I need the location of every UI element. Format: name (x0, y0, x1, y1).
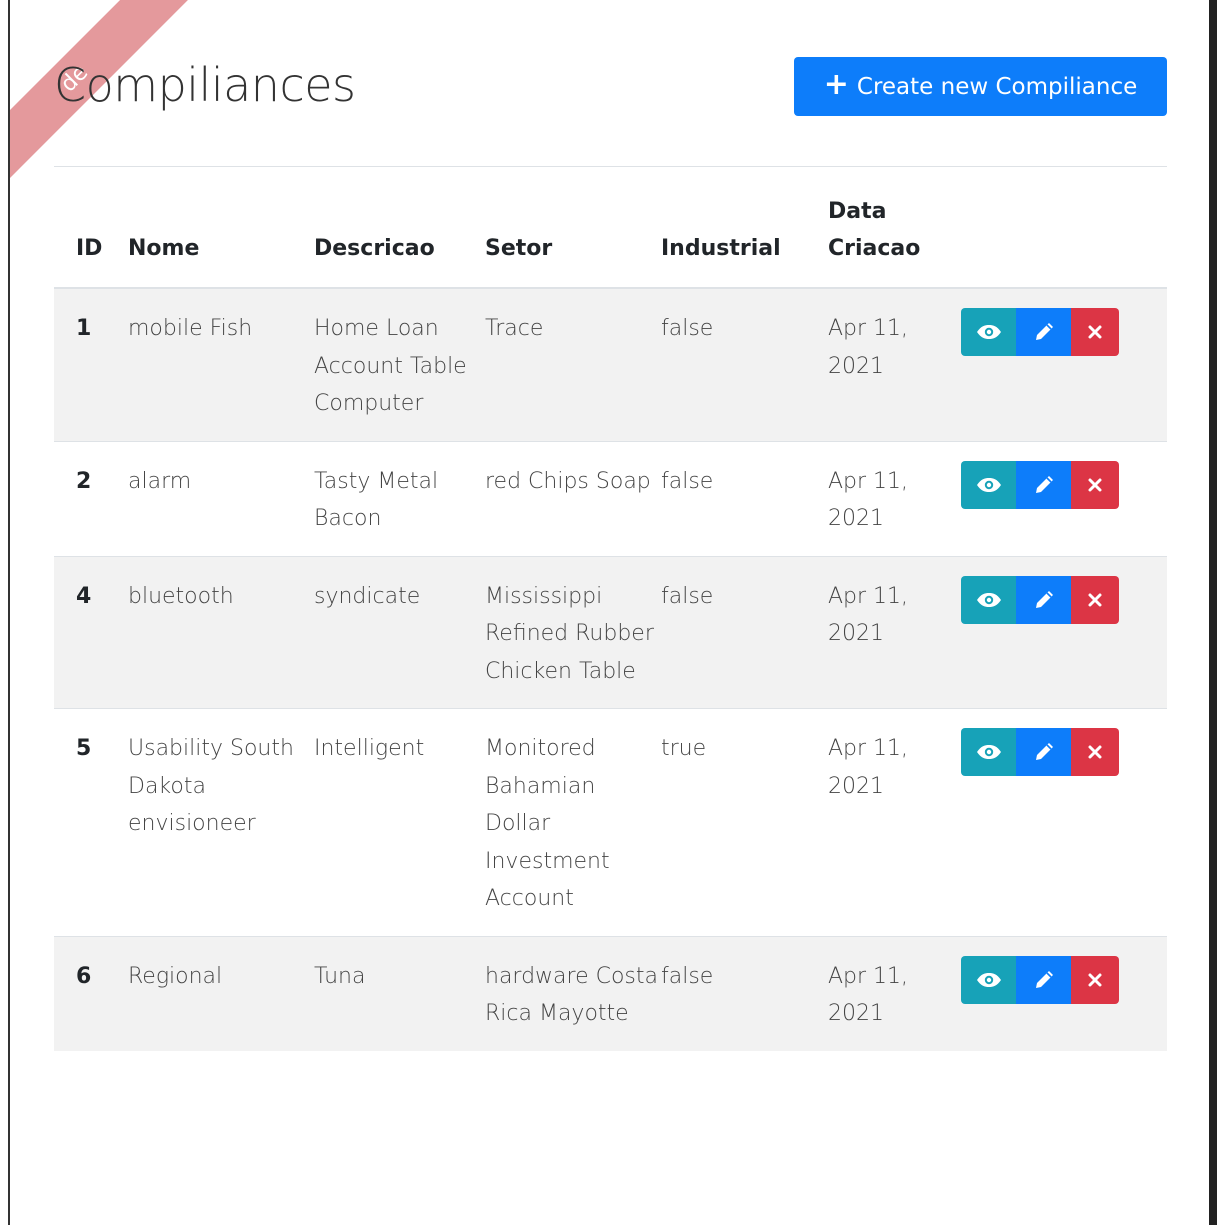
header-data-criacao[interactable]: Data Criacao (828, 181, 961, 289)
cell-descricao: Tasty Metal Bacon (314, 440, 485, 556)
cell-id[interactable]: 2 (54, 440, 128, 556)
edit-button[interactable] (1016, 308, 1071, 356)
cell-nome: bluetooth (128, 555, 314, 709)
times-icon (1088, 478, 1102, 491)
delete-button[interactable] (1071, 955, 1119, 1004)
cell-actions (961, 440, 1167, 556)
view-button[interactable] (961, 308, 1016, 356)
cell-nome: Usability South Dakota envisioneer (128, 708, 314, 936)
eye-icon (976, 325, 1001, 339)
cell-descricao: Intelligent (314, 708, 485, 936)
window-left-border (8, 0, 10, 1225)
row-action-group (961, 460, 1167, 509)
row-action-group (961, 728, 1167, 776)
pencil-icon (1035, 590, 1053, 608)
cell-data-criacao: Apr 11, 2021 (828, 440, 961, 556)
title-divider (54, 166, 1167, 167)
pencil-icon (1035, 970, 1053, 988)
cell-actions (961, 708, 1167, 936)
eye-icon (976, 972, 1001, 987)
row-action-group (961, 308, 1167, 356)
pencil-icon (1035, 475, 1053, 493)
table-row: 1 mobile Fish Home Loan Account Table Co… (54, 287, 1167, 441)
cell-id[interactable]: 5 (54, 708, 128, 936)
cell-industrial: false (661, 935, 828, 1051)
view-button[interactable] (961, 728, 1016, 776)
cell-industrial: false (661, 287, 828, 441)
compiliance-table: ID Nome Descricao Setor Industrial Data … (54, 181, 1167, 1051)
cell-setor: Monitored Bahamian Dollar Investment Acc… (485, 708, 661, 936)
header-id[interactable]: ID (54, 181, 128, 289)
cell-actions (961, 555, 1167, 709)
cell-data-criacao: Apr 11, 2021 (828, 935, 961, 1051)
edit-button[interactable] (1016, 575, 1071, 624)
cell-setor: Trace (485, 287, 661, 441)
edit-button[interactable] (1016, 460, 1071, 509)
edit-button[interactable] (1016, 728, 1071, 776)
view-button[interactable] (961, 575, 1016, 624)
cell-id[interactable]: 1 (54, 287, 128, 441)
header-descricao[interactable]: Descricao (314, 181, 485, 289)
eye-icon (976, 477, 1001, 492)
cell-descricao: Home Loan Account Table Computer (314, 287, 485, 441)
cell-setor: red Chips Soap (485, 440, 661, 556)
cell-nome: mobile Fish (128, 287, 314, 441)
times-icon (1088, 325, 1102, 339)
create-compiliance-label: Create new Compiliance (856, 73, 1138, 100)
header-setor[interactable]: Setor (485, 181, 661, 289)
view-button[interactable] (961, 460, 1016, 509)
cell-setor: Mississippi Refined Rubber Chicken Table (485, 555, 661, 709)
cell-industrial: true (661, 708, 828, 936)
cell-descricao: syndicate (314, 555, 485, 709)
table-body: 1 mobile Fish Home Loan Account Table Co… (54, 287, 1167, 1051)
edit-button[interactable] (1016, 955, 1071, 1004)
page-title: Compiliances (54, 58, 356, 112)
cell-data-criacao: Apr 11, 2021 (828, 708, 961, 936)
eye-icon (976, 745, 1001, 759)
pencil-icon (1035, 743, 1053, 760)
cell-actions (961, 287, 1167, 441)
cell-nome: Regional (128, 935, 314, 1051)
cell-id[interactable]: 4 (54, 555, 128, 709)
table-row: 4 bluetooth syndicate Mississippi Refine… (54, 555, 1167, 709)
delete-button[interactable] (1071, 308, 1119, 356)
cell-data-criacao: Apr 11, 2021 (828, 287, 961, 441)
header-actions (961, 181, 1167, 289)
header-nome[interactable]: Nome (128, 181, 314, 289)
times-icon (1088, 745, 1102, 759)
delete-button[interactable] (1071, 575, 1119, 624)
cell-data-criacao: Apr 11, 2021 (828, 555, 961, 709)
row-action-group (961, 955, 1167, 1004)
table-row: 5 Usability South Dakota envisioneer Int… (54, 708, 1167, 936)
pencil-icon (1035, 323, 1053, 340)
times-icon (1088, 593, 1102, 606)
delete-button[interactable] (1071, 460, 1119, 509)
window-scrollbar-edge (1209, 0, 1217, 1225)
eye-icon (976, 592, 1001, 607)
view-button[interactable] (961, 955, 1016, 1004)
cell-setor: hardware Costa Rica Mayotte (485, 935, 661, 1051)
cell-actions (961, 935, 1167, 1051)
cell-id[interactable]: 6 (54, 935, 128, 1051)
table-row: 2 alarm Tasty Metal Bacon red Chips Soap… (54, 440, 1167, 556)
plus-icon: + (823, 67, 849, 102)
row-action-group (961, 575, 1167, 624)
create-compiliance-button[interactable]: + Create new Compiliance (794, 57, 1167, 116)
times-icon (1088, 973, 1102, 986)
delete-button[interactable] (1071, 728, 1119, 776)
cell-industrial: false (661, 555, 828, 709)
cell-nome: alarm (128, 440, 314, 556)
cell-descricao: Tuna (314, 935, 485, 1051)
header-industrial[interactable]: Industrial (661, 181, 828, 289)
cell-industrial: false (661, 440, 828, 556)
table-header-row: ID Nome Descricao Setor Industrial Data … (54, 181, 1167, 289)
table-row: 6 Regional Tuna hardware Costa Rica Mayo… (54, 935, 1167, 1051)
